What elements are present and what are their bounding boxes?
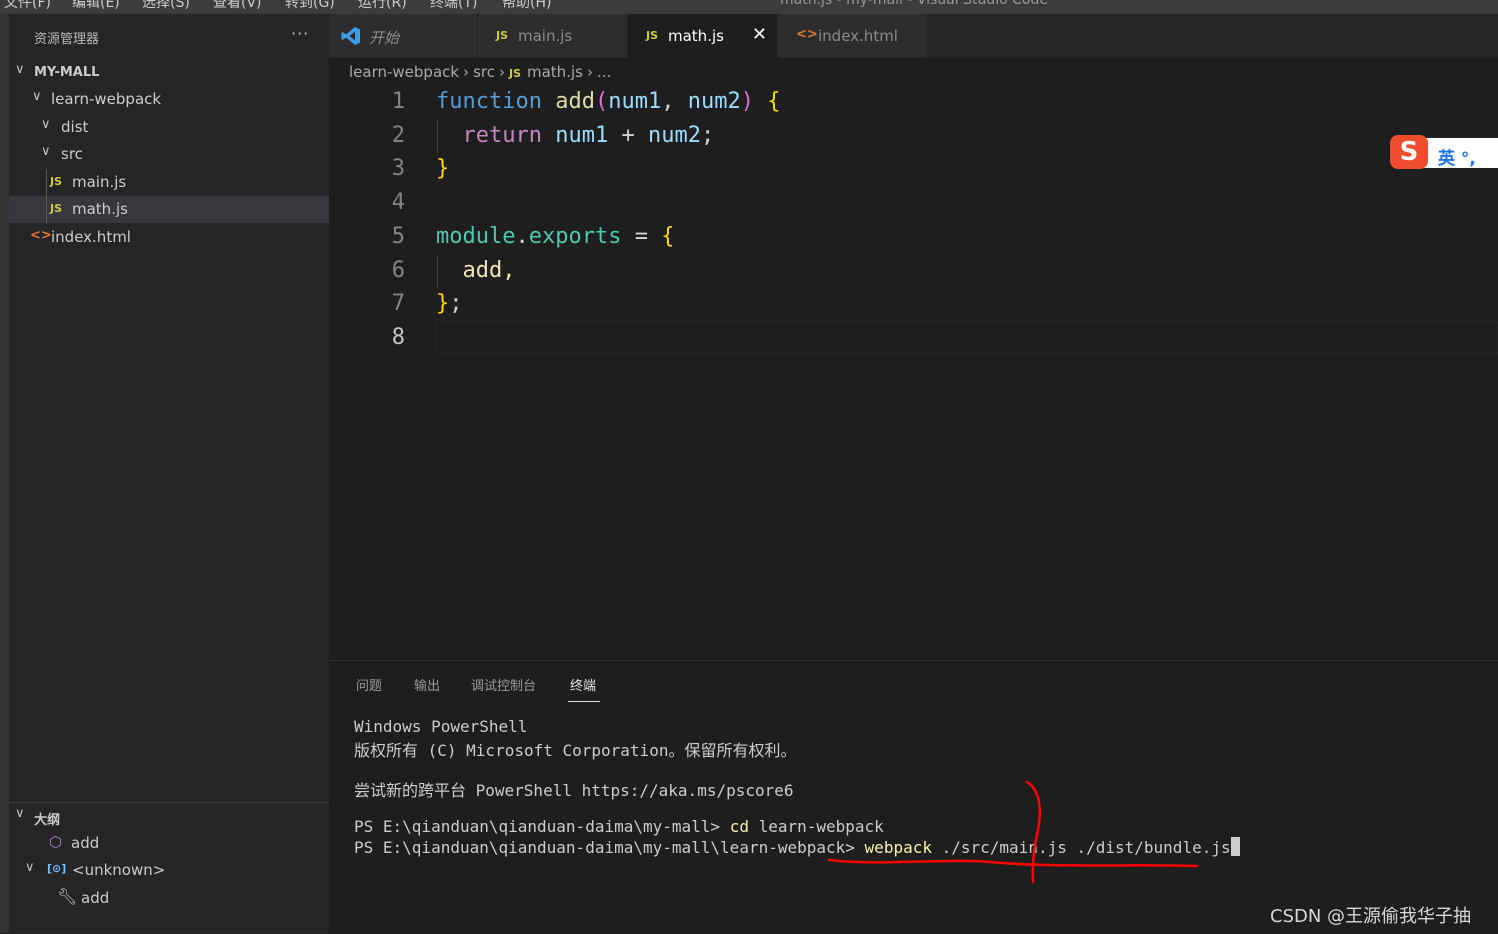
csdn-watermark: CSDN @王源偷我华子抽 [1270,902,1471,928]
red-annotation [0,0,1498,933]
